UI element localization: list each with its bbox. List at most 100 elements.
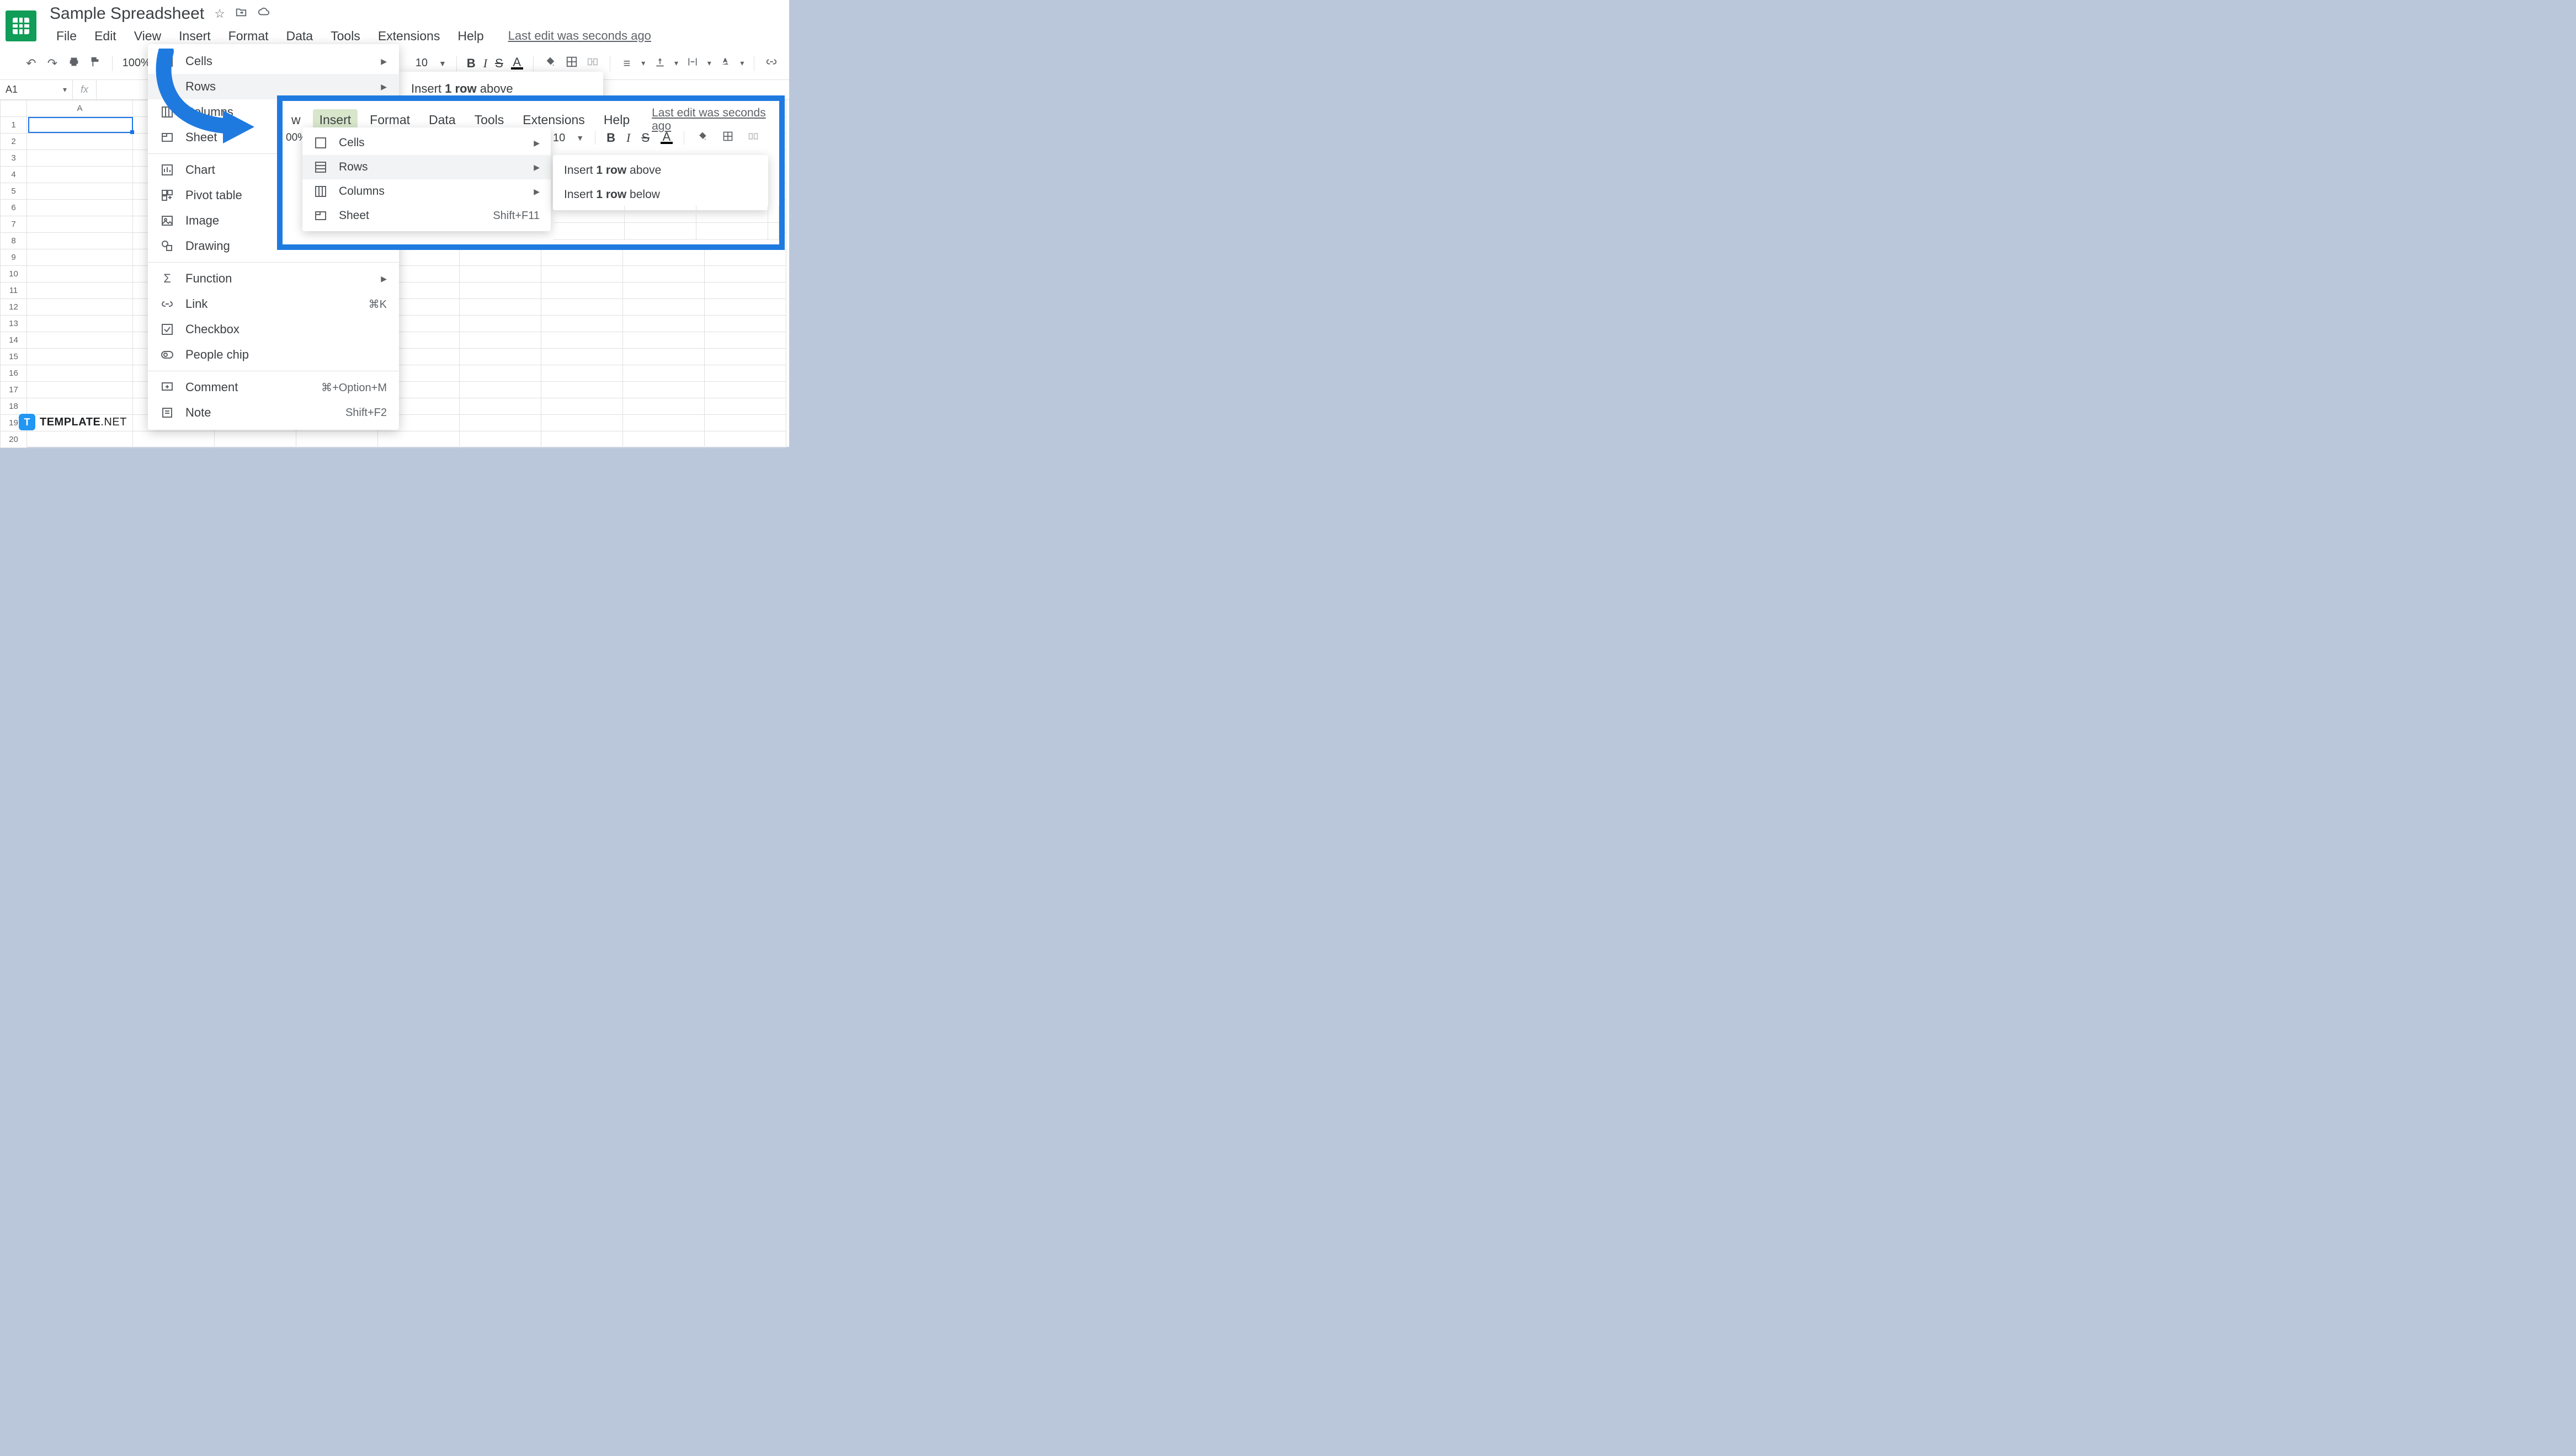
redo-icon[interactable]: ↷ (46, 56, 60, 71)
sheet-tab-icon (160, 131, 174, 144)
row-header[interactable]: 10 (1, 266, 27, 282)
insert-sheet[interactable]: Sheet Shift+F11 (302, 204, 551, 228)
move-folder-icon[interactable] (235, 6, 247, 22)
row-header[interactable]: 20 (1, 431, 27, 448)
chevron-down-icon[interactable]: ▾ (63, 85, 67, 94)
row-header[interactable]: 16 (1, 365, 27, 382)
row-header[interactable]: 9 (1, 249, 27, 266)
borders-icon[interactable] (721, 131, 735, 145)
zoom-level[interactable]: 100% (123, 57, 151, 70)
chevron-down-icon[interactable]: ▾ (707, 58, 711, 68)
menu-item-label: Rows (339, 161, 368, 174)
row-header[interactable]: 7 (1, 216, 27, 233)
insert-columns[interactable]: Columns ▶ (302, 179, 551, 204)
font-size[interactable]: 10 (553, 132, 565, 145)
fill-color-icon[interactable] (544, 56, 557, 71)
insert-people-chip[interactable]: People chip (148, 342, 399, 367)
row-header[interactable]: 17 (1, 382, 27, 398)
print-icon[interactable] (67, 56, 81, 71)
font-size[interactable]: 10 (412, 57, 431, 70)
row-header[interactable]: 11 (1, 282, 27, 299)
chevron-down-icon[interactable]: ▾ (641, 58, 645, 68)
rows-icon (313, 161, 328, 174)
insert-rows[interactable]: Rows ▶ (302, 155, 551, 179)
borders-icon[interactable] (565, 56, 578, 71)
insert-comment[interactable]: Comment ⌘+Option+M (148, 375, 399, 400)
insert-link[interactable]: Link ⌘K (148, 291, 399, 317)
last-edit-link[interactable]: Last edit was seconds ago (652, 106, 775, 133)
insert-row-below[interactable]: Insert 1 row below (553, 183, 768, 207)
vertical-align-icon[interactable] (653, 56, 667, 71)
italic-button[interactable]: I (626, 131, 630, 145)
link-icon[interactable] (764, 56, 778, 71)
menu-item-label: Chart (185, 163, 215, 177)
menu-edit[interactable]: Edit (88, 25, 123, 47)
undo-icon[interactable]: ↶ (24, 56, 38, 71)
chevron-down-icon[interactable]: ▼ (576, 134, 584, 142)
chevron-down-icon[interactable]: ▼ (439, 59, 446, 68)
image-icon (160, 214, 174, 227)
chevron-right-icon: ▶ (534, 138, 540, 148)
menu-item-label: Sheet (185, 130, 217, 145)
menu-item-label: Insert 1 row below (564, 188, 660, 201)
chevron-right-icon: ▶ (534, 163, 540, 172)
last-edit-link[interactable]: Last edit was seconds ago (508, 25, 651, 47)
menu-item-label: Comment (185, 380, 238, 394)
doc-title[interactable]: Sample Spreadsheet (50, 4, 204, 23)
strikethrough-button[interactable]: S (641, 131, 650, 145)
insert-row-above[interactable]: Insert 1 row above (553, 158, 768, 183)
chevron-right-icon: ▶ (381, 57, 387, 66)
menu-item-label: Insert 1 row above (411, 82, 513, 96)
watermark-text: TEMPLATE.NET (40, 416, 127, 429)
row-header[interactable]: 1 (1, 117, 27, 134)
chevron-down-icon[interactable]: ▾ (674, 58, 678, 68)
row-header[interactable]: 12 (1, 299, 27, 316)
row-header[interactable]: 14 (1, 332, 27, 349)
row-header[interactable]: 2 (1, 134, 27, 150)
horizontal-align-icon[interactable]: ≡ (620, 56, 634, 71)
merge-cells-icon[interactable] (746, 131, 760, 145)
italic-button[interactable]: I (483, 56, 487, 71)
insert-cells[interactable]: Cells ▶ (148, 49, 399, 74)
insert-checkbox[interactable]: Checkbox (148, 317, 399, 342)
row-header[interactable]: 3 (1, 150, 27, 167)
row-header[interactable]: 13 (1, 316, 27, 332)
merge-cells-icon[interactable] (586, 56, 600, 71)
paint-format-icon[interactable] (88, 56, 102, 71)
insert-note[interactable]: Note Shift+F2 (148, 400, 399, 425)
sheets-logo-icon[interactable] (6, 10, 36, 41)
select-all-corner[interactable] (1, 100, 27, 117)
text-color-button[interactable]: A (511, 57, 523, 70)
watermark: T TEMPLATE.NET (19, 414, 127, 430)
menu-item-label: Rows (185, 79, 216, 94)
row-header[interactable]: 8 (1, 233, 27, 249)
fill-color-icon[interactable] (695, 131, 710, 145)
strikethrough-button[interactable]: S (495, 56, 503, 71)
text-rotation-icon[interactable] (719, 56, 733, 71)
watermark-logo-icon: T (19, 414, 35, 430)
rows-icon (160, 80, 174, 93)
menu-item-label: Cells (185, 54, 212, 68)
chevron-down-icon[interactable]: ▾ (740, 58, 744, 68)
column-header-A[interactable]: A (27, 100, 133, 117)
text-wrap-icon[interactable] (686, 56, 700, 71)
menu-help[interactable]: Help (597, 109, 636, 131)
row-header[interactable]: 6 (1, 200, 27, 216)
menu-item-label: Link (185, 297, 207, 311)
menu-help[interactable]: Help (451, 25, 490, 47)
bold-button[interactable]: B (606, 131, 615, 145)
insert-function[interactable]: Σ Function ▶ (148, 266, 399, 291)
name-box[interactable]: A1 ▾ (0, 80, 73, 99)
row-header[interactable]: 5 (1, 183, 27, 200)
row-header[interactable]: 4 (1, 167, 27, 183)
star-icon[interactable]: ☆ (214, 7, 225, 21)
fx-label: fx (73, 80, 97, 99)
bold-button[interactable]: B (467, 56, 476, 71)
menu-file[interactable]: File (50, 25, 83, 47)
cloud-status-icon[interactable] (257, 6, 270, 22)
menu-item-label: Note (185, 406, 211, 420)
row-header[interactable]: 15 (1, 349, 27, 365)
insert-cells[interactable]: Cells ▶ (302, 131, 551, 155)
row-header[interactable]: 18 (1, 398, 27, 415)
text-color-button[interactable]: A (661, 132, 673, 144)
